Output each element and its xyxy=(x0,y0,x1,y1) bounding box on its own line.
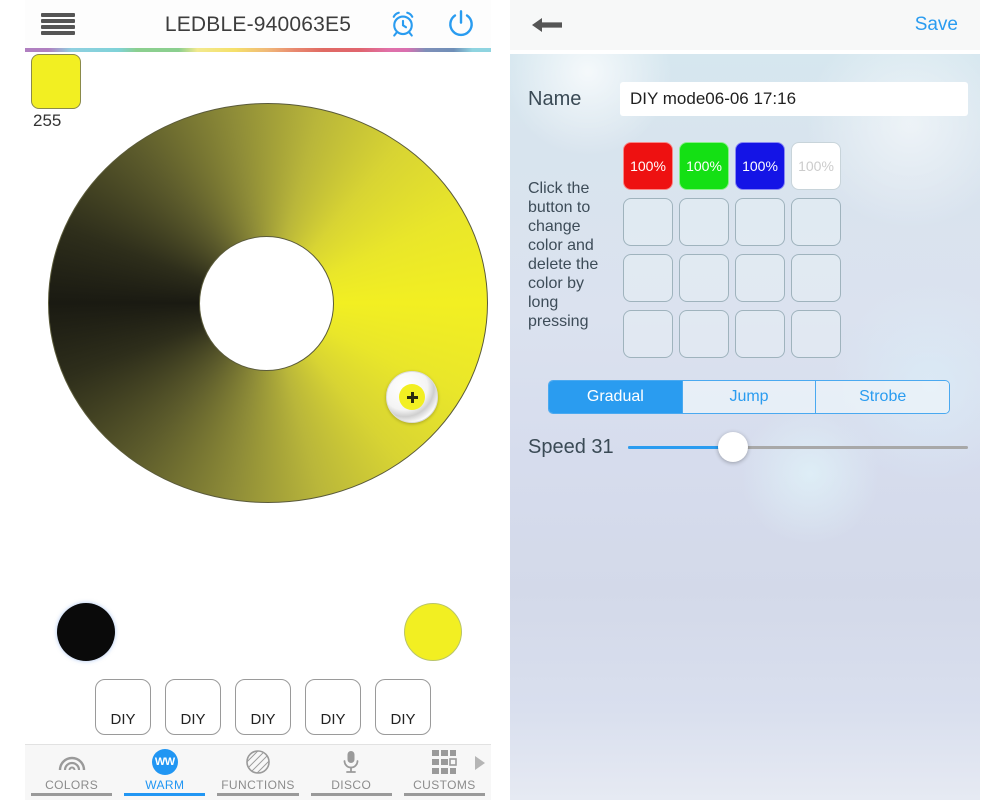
color-grid-cell[interactable] xyxy=(676,306,732,362)
speed-value: 31 xyxy=(591,435,614,458)
color-grid-cell[interactable] xyxy=(732,194,788,250)
color-grid-cell[interactable] xyxy=(620,250,676,306)
color-cell-filled[interactable]: 100% xyxy=(679,142,729,190)
speed-label: Speed 31 xyxy=(528,436,628,459)
color-wheel[interactable] xyxy=(48,103,488,503)
color-cell-empty[interactable] xyxy=(623,198,673,246)
tab-disco-label: DISCO xyxy=(331,778,372,792)
save-button[interactable]: Save xyxy=(915,14,958,36)
diy-button-2[interactable]: DIY xyxy=(165,679,221,735)
color-grid-cell[interactable]: 100% xyxy=(676,138,732,194)
diy-button-1[interactable]: DIY xyxy=(95,679,151,735)
name-row: Name xyxy=(528,82,968,116)
mode-jump[interactable]: Jump xyxy=(682,381,817,413)
tab-colors-label: COLORS xyxy=(45,778,99,792)
color-grid-cell[interactable] xyxy=(676,194,732,250)
tab-customs-label: CUSTOMS xyxy=(413,778,476,792)
right-body: Name Click the button to change color an… xyxy=(510,54,980,800)
hint-text: Click the button to change color and del… xyxy=(528,180,599,330)
speed-slider[interactable] xyxy=(628,432,968,462)
color-cell-empty[interactable] xyxy=(791,198,841,246)
color-cell-percent: 100% xyxy=(798,158,834,174)
tab-warm-label: WARM xyxy=(145,778,185,792)
color-cell-empty[interactable] xyxy=(623,254,673,302)
tab-warm[interactable]: WW WARM xyxy=(118,745,211,800)
color-grid-cell[interactable] xyxy=(620,194,676,250)
tab-functions[interactable]: FUNCTIONS xyxy=(211,745,304,800)
striped-circle-icon xyxy=(245,749,271,775)
left-panel-controller: LEDBLE-940063E5 255 DIY DIY DIY DIY DIY … xyxy=(25,0,491,800)
color-cell-empty[interactable] xyxy=(679,310,729,358)
color-cell-percent: 100% xyxy=(630,158,666,174)
color-grid-cell[interactable] xyxy=(788,306,844,362)
grid-squares-icon xyxy=(431,749,458,775)
diy-button-row: DIY DIY DIY DIY DIY xyxy=(95,679,431,735)
hamburger-list-icon[interactable] xyxy=(41,11,75,37)
tab-colors[interactable]: COLORS xyxy=(25,745,118,800)
right-header: Save xyxy=(510,0,980,50)
rainbow-divider xyxy=(25,48,491,52)
app-screenshot: LEDBLE-940063E5 255 DIY DIY DIY DIY DIY … xyxy=(0,0,1000,800)
rainbow-arc-icon xyxy=(57,749,87,775)
color-grid-cell[interactable] xyxy=(676,250,732,306)
color-cell-empty[interactable] xyxy=(623,310,673,358)
tab-functions-label: FUNCTIONS xyxy=(221,778,295,792)
brightness-swatch[interactable] xyxy=(31,54,81,109)
speed-label-text: Speed xyxy=(528,435,586,458)
diy-button-3[interactable]: DIY xyxy=(235,679,291,735)
right-panel-diy-editor: Save Name Click the button to change col… xyxy=(510,0,980,800)
ww-badge-icon: WW xyxy=(151,749,178,775)
color-cell-filled[interactable]: 100% xyxy=(623,142,673,190)
tab-disco-underline xyxy=(310,793,392,796)
tab-functions-underline xyxy=(217,793,299,796)
color-grid-cell[interactable] xyxy=(788,194,844,250)
mode-gradual[interactable]: Gradual xyxy=(549,381,683,413)
name-input[interactable] xyxy=(620,82,968,116)
alarm-clock-icon[interactable] xyxy=(385,6,421,42)
chevron-right-icon[interactable] xyxy=(471,753,489,773)
color-cell-empty[interactable] xyxy=(791,310,841,358)
diy-button-4[interactable]: DIY xyxy=(305,679,361,735)
color-cell-percent: 100% xyxy=(742,158,778,174)
name-label: Name xyxy=(528,87,582,110)
color-grid-cell[interactable]: 100% xyxy=(620,138,676,194)
ww-badge-label: WW xyxy=(151,749,178,775)
color-cell-filled[interactable]: 100% xyxy=(791,142,841,190)
diy-button-5[interactable]: DIY xyxy=(375,679,431,735)
preset-color-black[interactable] xyxy=(57,603,115,661)
color-grid-cell[interactable] xyxy=(732,250,788,306)
tab-warm-underline xyxy=(124,793,206,796)
tab-disco[interactable]: DISCO xyxy=(305,745,398,800)
color-grid-cell[interactable] xyxy=(788,250,844,306)
color-cell-filled[interactable]: 100% xyxy=(735,142,785,190)
color-wheel-thumb-fill xyxy=(399,384,425,410)
bottom-tab-bar: COLORS WW WARM FUNCTIONS DISCO CUSTOMS xyxy=(25,744,491,800)
power-icon[interactable] xyxy=(443,6,479,42)
mode-strobe[interactable]: Strobe xyxy=(816,381,949,413)
tab-colors-underline xyxy=(31,793,113,796)
color-cell-empty[interactable] xyxy=(735,198,785,246)
color-cell-percent: 100% xyxy=(686,158,722,174)
color-grid-cell[interactable] xyxy=(620,306,676,362)
color-grid-cell[interactable]: 100% xyxy=(732,138,788,194)
mode-segmented-control: Gradual Jump Strobe xyxy=(548,380,950,414)
back-arrow-icon[interactable] xyxy=(532,13,566,37)
color-wheel-thumb[interactable] xyxy=(386,371,438,423)
preset-color-yellow[interactable] xyxy=(404,603,462,661)
microphone-icon xyxy=(339,749,363,775)
left-header: LEDBLE-940063E5 xyxy=(25,0,491,48)
color-cell-empty[interactable] xyxy=(679,198,729,246)
speed-row: Speed 31 xyxy=(528,432,968,462)
tab-customs-underline xyxy=(403,793,486,796)
speed-slider-thumb[interactable] xyxy=(718,432,749,462)
color-cell-empty[interactable] xyxy=(735,310,785,358)
color-wheel-center xyxy=(199,236,334,371)
color-cell-empty[interactable] xyxy=(791,254,841,302)
color-grid-cell[interactable]: 100% xyxy=(788,138,844,194)
color-grid-cell[interactable] xyxy=(732,306,788,362)
color-grid: 100% 100% 100% 100% xyxy=(620,138,844,362)
color-cell-empty[interactable] xyxy=(735,254,785,302)
color-cell-empty[interactable] xyxy=(679,254,729,302)
crosshair-icon xyxy=(406,391,418,403)
